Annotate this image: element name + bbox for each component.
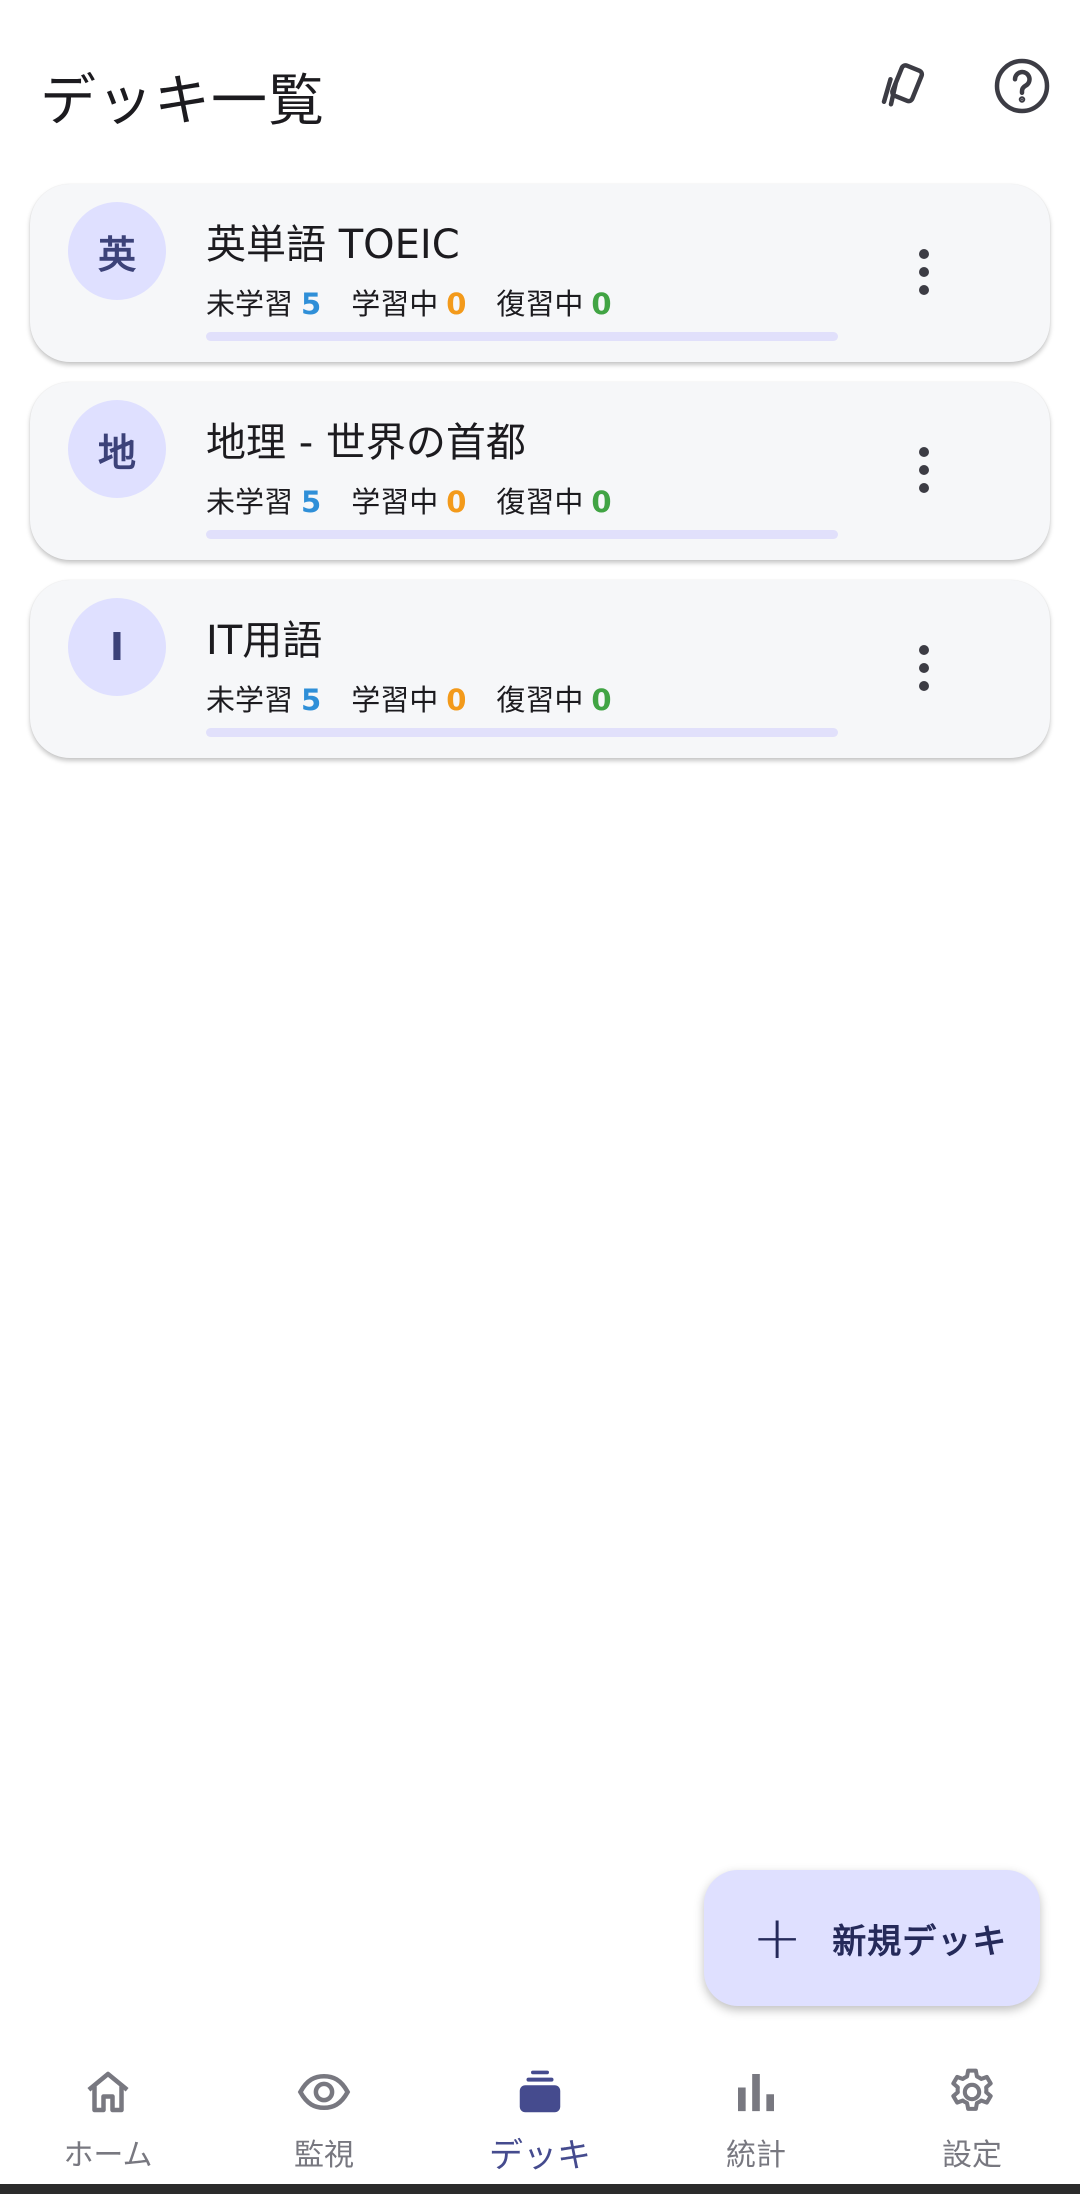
deck-stats: 未学習 5 学習中 0 復習中 0 <box>206 677 642 719</box>
nav-item-stats[interactable]: 統計 <box>648 2040 864 2184</box>
nav-label-watch: 監視 <box>294 2138 354 2173</box>
bottom-nav: ホーム 監視 デッキ 統計 設定 <box>0 2040 1080 2184</box>
deck-name: 地理 - 世界の首都 <box>206 420 526 466</box>
stat-learning-label: 学習中 <box>351 683 439 717</box>
deck-progress-bar <box>206 332 838 341</box>
stat-learning: 学習中 0 <box>351 677 466 719</box>
deck-list: 英 英単語 TOEIC 未学習 5 学習中 0 復習中 0 地 地理 - 世界の首都 … <box>30 184 1050 778</box>
eye-icon <box>296 2064 352 2120</box>
stat-review-label: 復習中 <box>496 683 584 717</box>
nav-label-settings: 設定 <box>942 2138 1002 2173</box>
help-icon <box>992 56 1052 120</box>
deck-stats: 未学習 5 学習中 0 復習中 0 <box>206 479 642 521</box>
deck-card[interactable]: 地 地理 - 世界の首都 未学習 5 学習中 0 復習中 0 <box>30 382 1050 560</box>
nav-item-decks[interactable]: デッキ <box>432 2040 648 2184</box>
deck-progress-bar <box>206 728 838 737</box>
stat-review: 復習中 0 <box>496 281 611 323</box>
new-deck-label: 新規デッキ <box>832 1921 1008 1962</box>
stat-learning: 学習中 0 <box>351 281 466 323</box>
deck-avatar: 地 <box>68 400 166 498</box>
stat-new: 未学習 5 <box>206 479 321 521</box>
stat-learning-value: 0 <box>446 485 467 519</box>
stat-review: 復習中 0 <box>496 479 611 521</box>
stat-new-value: 5 <box>301 485 322 519</box>
deck-avatar: I <box>68 598 166 696</box>
nav-label-home: ホーム <box>63 2138 153 2173</box>
stat-learning-value: 0 <box>446 683 467 717</box>
stat-new-value: 5 <box>301 683 322 717</box>
stat-review-value: 0 <box>591 683 612 717</box>
stat-new: 未学習 5 <box>206 281 321 323</box>
stat-review-label: 復習中 <box>496 287 584 321</box>
stat-review-label: 復習中 <box>496 485 584 519</box>
stat-learning-label: 学習中 <box>351 485 439 519</box>
cards-button[interactable] <box>856 42 952 138</box>
deck-avatar: 英 <box>68 202 166 300</box>
deck-stack-icon <box>512 2064 568 2120</box>
page-title: デッキ一覧 <box>40 69 325 134</box>
deck-progress-bar <box>206 530 838 539</box>
stat-learning: 学習中 0 <box>351 479 466 521</box>
plus-icon: + <box>752 1903 803 1973</box>
stat-learning-value: 0 <box>446 287 467 321</box>
stat-new-label: 未学習 <box>206 287 294 321</box>
bar-chart-icon <box>728 2064 784 2120</box>
more-options-icon[interactable] <box>896 224 952 320</box>
cards-icon <box>874 58 934 122</box>
help-button[interactable] <box>974 40 1070 136</box>
stat-review-value: 0 <box>591 485 612 519</box>
new-deck-button[interactable]: + 新規デッキ <box>704 1870 1040 2006</box>
deck-name: 英単語 TOEIC <box>206 222 460 268</box>
nav-item-home[interactable]: ホーム <box>0 2040 216 2184</box>
nav-label-decks: デッキ <box>489 2136 591 2176</box>
stat-new-label: 未学習 <box>206 683 294 717</box>
stat-review: 復習中 0 <box>496 677 611 719</box>
more-options-icon[interactable] <box>896 422 952 518</box>
stat-learning-label: 学習中 <box>351 287 439 321</box>
deck-card[interactable]: I IT用語 未学習 5 学習中 0 復習中 0 <box>30 580 1050 758</box>
nav-item-watch[interactable]: 監視 <box>216 2040 432 2184</box>
stat-new-label: 未学習 <box>206 485 294 519</box>
stat-review-value: 0 <box>591 287 612 321</box>
app-bar: デッキ一覧 <box>0 0 1080 182</box>
nav-item-settings[interactable]: 設定 <box>864 2040 1080 2184</box>
deck-stats: 未学習 5 学習中 0 復習中 0 <box>206 281 642 323</box>
stat-new-value: 5 <box>301 287 322 321</box>
more-options-icon[interactable] <box>896 620 952 716</box>
home-icon <box>80 2064 136 2120</box>
gear-icon <box>944 2064 1000 2120</box>
nav-label-stats: 統計 <box>726 2138 786 2173</box>
system-gesture-bar <box>0 2184 1080 2194</box>
deck-card[interactable]: 英 英単語 TOEIC 未学習 5 学習中 0 復習中 0 <box>30 184 1050 362</box>
stat-new: 未学習 5 <box>206 677 321 719</box>
deck-name: IT用語 <box>206 618 323 664</box>
